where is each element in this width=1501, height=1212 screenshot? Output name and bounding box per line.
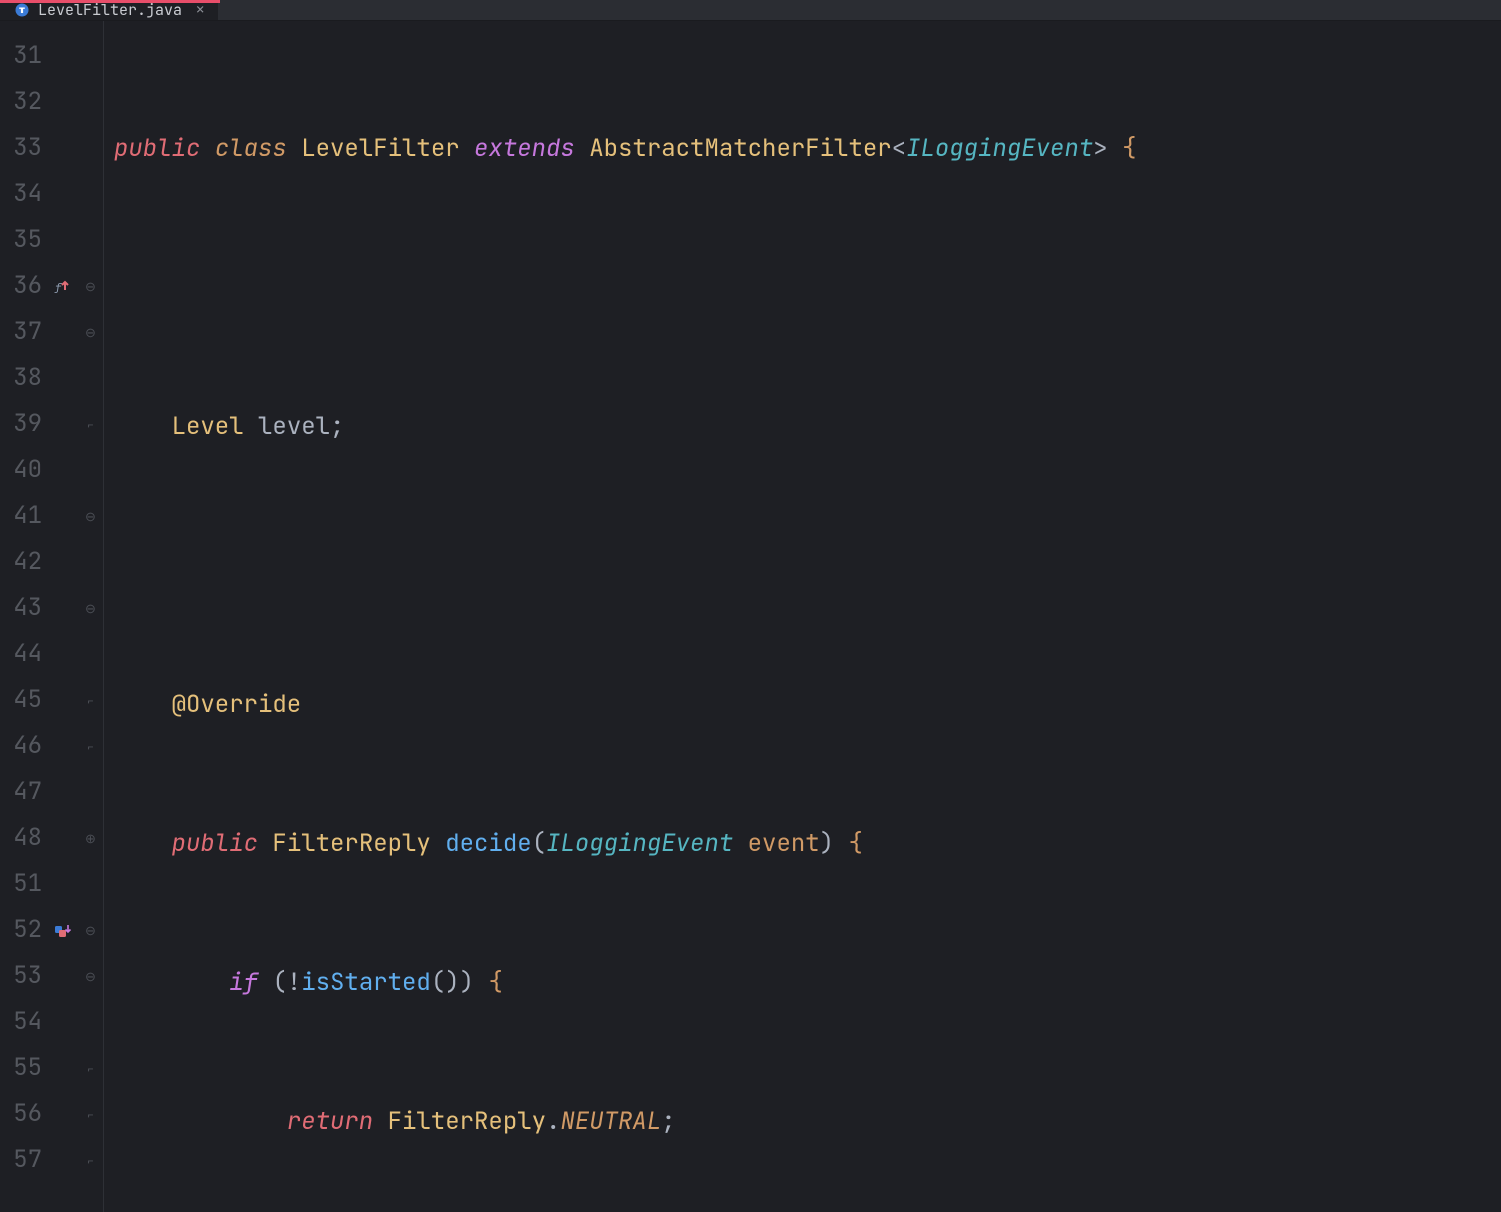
- fold-toggle[interactable]: ⊖: [78, 309, 103, 355]
- line-number: 35: [0, 217, 48, 263]
- close-icon[interactable]: ✕: [196, 1, 204, 19]
- line-number: 36: [0, 263, 48, 309]
- override-up-icon[interactable]: f: [48, 263, 78, 309]
- code-line: @Override: [114, 682, 1501, 728]
- line-number: 51: [0, 861, 48, 907]
- gutter-fold: ⊖ ⊖ ⌐ ⊖ ⊖ ⌐ ⌐ ⊕ ⊖ ⊖ ⌐ ⌐ ⌐: [78, 21, 104, 1212]
- line-number: 38: [0, 355, 48, 401]
- fold-toggle[interactable]: ⊖: [78, 585, 103, 631]
- line-number: 47: [0, 769, 48, 815]
- line-number: 48: [0, 815, 48, 861]
- code-line: public FilterReply decide(ILoggingEvent …: [114, 821, 1501, 867]
- line-number: 53: [0, 953, 48, 999]
- line-number: 31: [0, 33, 48, 79]
- fold-end[interactable]: ⌐: [78, 401, 103, 447]
- fold-end[interactable]: ⌐: [78, 677, 103, 723]
- line-number: 43: [0, 585, 48, 631]
- line-number: 41: [0, 493, 48, 539]
- line-number: 33: [0, 125, 48, 171]
- override-down-icon[interactable]: [48, 907, 78, 953]
- line-number: 55: [0, 1045, 48, 1091]
- line-number: 45: [0, 677, 48, 723]
- line-number: 39: [0, 401, 48, 447]
- fold-end[interactable]: ⌐: [78, 1045, 103, 1091]
- fold-toggle[interactable]: ⊖: [78, 263, 103, 309]
- tab-bar: LevelFilter.java ✕: [0, 0, 1501, 21]
- line-number: 54: [0, 999, 48, 1045]
- fold-end[interactable]: ⌐: [78, 1137, 103, 1183]
- line-number: 56: [0, 1091, 48, 1137]
- tab-filename: LevelFilter.java: [38, 0, 182, 20]
- line-number: 57: [0, 1137, 48, 1183]
- fold-toggle[interactable]: ⊕: [78, 815, 103, 861]
- line-number: 42: [0, 539, 48, 585]
- java-file-icon: [14, 2, 30, 18]
- line-number: 37: [0, 309, 48, 355]
- fold-toggle[interactable]: ⊖: [78, 907, 103, 953]
- code-line: if (!isStarted()) {: [114, 960, 1501, 1006]
- fold-end[interactable]: ⌐: [78, 723, 103, 769]
- code-line: [114, 543, 1501, 589]
- code-line: Level level;: [114, 404, 1501, 450]
- code-line: return FilterReply.NEUTRAL;: [114, 1099, 1501, 1145]
- code-line: public class LevelFilter extends Abstrac…: [114, 126, 1501, 172]
- line-number: 32: [0, 79, 48, 125]
- fold-toggle[interactable]: ⊖: [78, 493, 103, 539]
- line-number: 34: [0, 171, 48, 217]
- editor-root: LevelFilter.java ✕ 31 32 33 34 35 36 37 …: [0, 0, 1501, 1212]
- fold-toggle[interactable]: ⊖: [78, 953, 103, 999]
- line-number: 52: [0, 907, 48, 953]
- fold-end[interactable]: ⌐: [78, 1091, 103, 1137]
- code-content[interactable]: public class LevelFilter extends Abstrac…: [104, 21, 1501, 1212]
- gutter-line-numbers: 31 32 33 34 35 36 37 38 39 40 41 42 43 4…: [0, 21, 48, 1212]
- line-number: 40: [0, 447, 48, 493]
- line-number: 46: [0, 723, 48, 769]
- code-area: 31 32 33 34 35 36 37 38 39 40 41 42 43 4…: [0, 21, 1501, 1212]
- gutter-icons: f: [48, 21, 78, 1212]
- tab-levelfilter[interactable]: LevelFilter.java ✕: [0, 0, 218, 20]
- svg-text:f: f: [54, 281, 63, 295]
- line-number: 44: [0, 631, 48, 677]
- code-line: [114, 265, 1501, 311]
